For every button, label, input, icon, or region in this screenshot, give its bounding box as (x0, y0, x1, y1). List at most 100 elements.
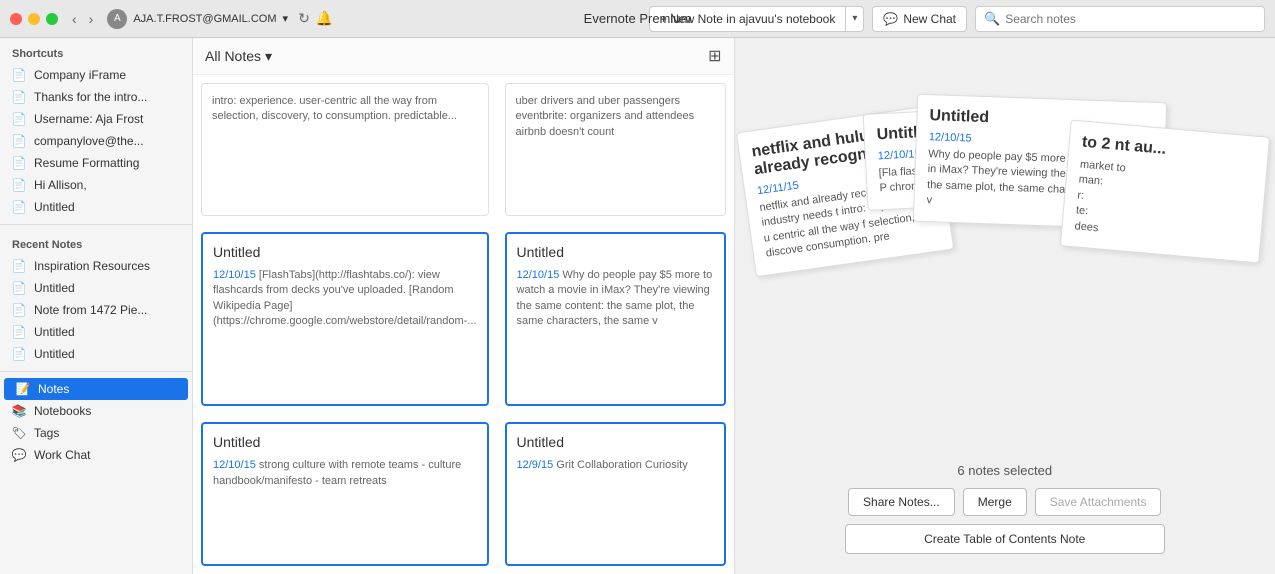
all-notes-label: All Notes (205, 48, 261, 64)
search-input[interactable] (1005, 12, 1256, 26)
forward-button[interactable]: › (85, 9, 98, 29)
note-card-top-1[interactable]: intro: experience. user-centric all the … (201, 83, 489, 216)
sidebar-item-thanks-intro[interactable]: 📄 Thanks for the intro... (0, 86, 192, 108)
sidebar-label: Untitled (34, 347, 75, 361)
sidebar-label: Work Chat (34, 448, 90, 462)
sidebar-item-untitled3[interactable]: 📄 Untitled (0, 343, 192, 365)
shortcuts-title: Shortcuts (0, 38, 192, 64)
note-icon: 📄 (12, 200, 26, 214)
new-chat-label: New Chat (903, 12, 956, 26)
traffic-lights (10, 13, 58, 25)
toolbar-right: + New Note in ajavuu's notebook ▾ 💬 New … (649, 6, 1265, 32)
account-area[interactable]: A AJA.T.FROST@GMAIL.COM ▾ (107, 9, 288, 29)
sidebar-item-work-chat[interactable]: 💬 Work Chat (0, 444, 192, 466)
app-title: Evernote Premium (584, 11, 692, 26)
sidebar-item-notes[interactable]: 📝 Notes (4, 378, 188, 400)
chat-icon: 💬 (883, 12, 898, 26)
minimize-button[interactable] (28, 13, 40, 25)
note-excerpt: 12/9/15 Grit Collaboration Curiosity (517, 458, 714, 473)
sidebar-item-username[interactable]: 📄 Username: Aja Frost (0, 108, 192, 130)
avatar: A (107, 9, 127, 29)
maximize-button[interactable] (46, 13, 58, 25)
note-title: Untitled (517, 434, 714, 450)
sidebar-label: Inspiration Resources (34, 259, 150, 273)
account-dropdown-icon: ▾ (283, 12, 289, 25)
note-excerpt: intro: experience. user-centric all the … (212, 94, 478, 125)
note-excerpt: 12/10/15 Why do people pay $5 more to wa… (517, 268, 714, 330)
dropdown-icon: ▾ (265, 48, 272, 65)
sidebar-label: Notes (38, 382, 69, 396)
notes-grid: intro: experience. user-centric all the … (193, 75, 734, 574)
all-notes-dropdown[interactable]: All Notes ▾ (205, 48, 272, 65)
sidebar-label: Untitled (34, 325, 75, 339)
note-excerpt: uber drivers and uber passengers eventbr… (516, 94, 715, 140)
notes-area: All Notes ▾ ⊞ intro: experience. user-ce… (193, 38, 735, 574)
note-icon: 📄 (12, 281, 26, 295)
note-icon: 📄 (12, 68, 26, 82)
back-button[interactable]: ‹ (68, 9, 81, 29)
sidebar-label: Username: Aja Frost (34, 112, 143, 126)
sidebar-label: Notebooks (34, 404, 91, 418)
sidebar-item-company-iframe[interactable]: 📄 Company iFrame (0, 64, 192, 86)
create-toc-button[interactable]: Create Table of Contents Note (845, 524, 1165, 554)
sidebar-item-untitled1[interactable]: 📄 Untitled (0, 277, 192, 299)
view-toggle-icon[interactable]: ⊞ (708, 46, 721, 66)
new-note-dropdown-icon[interactable]: ▾ (846, 7, 863, 31)
note-icon: 📄 (12, 156, 26, 170)
note-card-4[interactable]: Untitled 12/9/15 Grit Collaboration Curi… (505, 422, 726, 566)
note-icon: 📄 (12, 134, 26, 148)
note-card-top-2[interactable]: uber drivers and uber passengers eventbr… (505, 83, 726, 216)
sidebar-label: Note from 1472 Pie... (34, 303, 147, 317)
tags-icon: 🏷 (12, 426, 26, 440)
new-chat-button[interactable]: 💬 New Chat (872, 6, 967, 32)
merge-button[interactable]: Merge (963, 488, 1027, 516)
share-notes-button[interactable]: Share Notes... (848, 488, 955, 516)
sidebar-label: companylove@the... (34, 134, 144, 148)
note-title: Untitled (517, 244, 714, 260)
note-icon: 📄 (12, 325, 26, 339)
sidebar-label: Tags (34, 426, 59, 440)
note-card-2[interactable]: Untitled 12/10/15 Why do people pay $5 m… (505, 232, 726, 406)
sidebar-label: Untitled (34, 281, 75, 295)
sidebar-item-notebooks[interactable]: 📚 Notebooks (0, 400, 192, 422)
sync-icon[interactable]: ↻ (298, 10, 310, 27)
nav-arrows: ‹ › (68, 9, 97, 29)
notes-header: All Notes ▾ ⊞ (193, 38, 734, 75)
sidebar-item-inspiration[interactable]: 📄 Inspiration Resources (0, 255, 192, 277)
stack-card-4[interactable]: to 2 nt au... market toman:r:te:dees (1060, 120, 1270, 264)
note-excerpt: 12/10/15 strong culture with remote team… (213, 458, 477, 489)
titlebar: ‹ › A AJA.T.FROST@GMAIL.COM ▾ ↻ 🔔 Everno… (0, 0, 1275, 38)
sidebar-item-tags[interactable]: 🏷 Tags (0, 422, 192, 444)
detail-area: netflix and hulu already recognize... 12… (735, 38, 1275, 574)
divider (0, 371, 192, 372)
sidebar-item-hi-allison[interactable]: 📄 Hi Allison, (0, 174, 192, 196)
sidebar-item-untitled-shortcut[interactable]: 📄 Untitled (0, 196, 192, 218)
stacked-cards: netflix and hulu already recognize... 12… (735, 98, 1275, 438)
note-icon: 📄 (12, 259, 26, 273)
note-card-1[interactable]: Untitled 12/10/15 [FlashTabs](http://fla… (201, 232, 489, 406)
note-title: Untitled (213, 434, 477, 450)
sidebar: Shortcuts 📄 Company iFrame 📄 Thanks for … (0, 38, 193, 574)
selected-count: 6 notes selected (957, 463, 1052, 478)
sidebar-item-resume-formatting[interactable]: 📄 Resume Formatting (0, 152, 192, 174)
search-box[interactable]: 🔍 (975, 6, 1265, 32)
save-attachments-button[interactable]: Save Attachments (1035, 488, 1162, 516)
note-icon: 📄 (12, 90, 26, 104)
search-icon: 🔍 (984, 11, 1000, 27)
sidebar-label: Resume Formatting (34, 156, 139, 170)
close-button[interactable] (10, 13, 22, 25)
note-icon: 📄 (12, 347, 26, 361)
sidebar-label: Company iFrame (34, 68, 126, 82)
sidebar-item-untitled2[interactable]: 📄 Untitled (0, 321, 192, 343)
main-layout: Shortcuts 📄 Company iFrame 📄 Thanks for … (0, 38, 1275, 574)
note-icon: 📄 (12, 178, 26, 192)
note-icon: 📄 (12, 303, 26, 317)
sidebar-item-note-1472[interactable]: 📄 Note from 1472 Pie... (0, 299, 192, 321)
sidebar-item-companylove[interactable]: 📄 companylove@the... (0, 130, 192, 152)
note-card-3[interactable]: Untitled 12/10/15 strong culture with re… (201, 422, 489, 566)
divider (0, 224, 192, 225)
chat-icon: 💬 (12, 448, 26, 462)
account-label: AJA.T.FROST@GMAIL.COM (133, 13, 276, 25)
notes-icon: 📝 (16, 382, 30, 396)
bell-icon[interactable]: 🔔 (316, 10, 333, 27)
